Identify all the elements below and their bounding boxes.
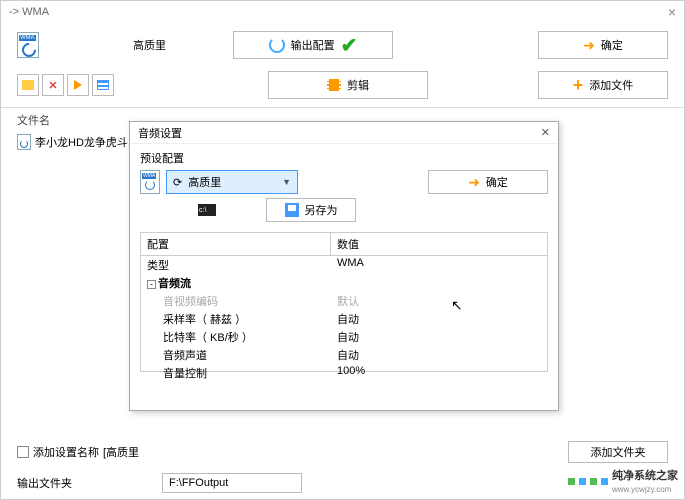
x-icon: ✕ — [48, 79, 57, 92]
add-file-label: 添加文件 — [589, 77, 633, 93]
dialog-confirm-button[interactable]: ➜ 确定 — [428, 170, 548, 194]
close-icon[interactable]: × — [668, 4, 676, 20]
col-config: 配置 — [141, 233, 331, 255]
output-config-label: 输出配置 — [291, 37, 335, 53]
config-table: 配置 数值 类型WMA-音频流音视频编码默认采样率（ 赫兹 ）自动比特率（ KB… — [140, 232, 548, 372]
dialog-title: 音频设置 — [138, 125, 182, 141]
edit-button[interactable]: 剪辑 — [268, 71, 428, 99]
confirm-label: 确定 — [601, 37, 623, 53]
spinner-icon — [269, 37, 285, 53]
console-icon[interactable]: c:\ — [198, 204, 216, 216]
add-setting-name-label: 添加设置名称 — [33, 444, 99, 460]
film-icon — [327, 79, 341, 91]
output-folder-label: 输出文件夹 — [17, 475, 72, 491]
table-row[interactable]: 音频声道自动 — [141, 346, 547, 364]
add-file-button[interactable]: + 添加文件 — [538, 71, 668, 99]
confirm-button[interactable]: ➜ 确定 — [538, 31, 668, 59]
add-folder-button[interactable]: 添加文件夹 — [568, 441, 668, 463]
edit-label: 剪辑 — [347, 77, 369, 93]
quality-label: 高质里 — [133, 37, 223, 53]
preset-select[interactable]: ⟳ 高质里 ▼ — [166, 170, 298, 194]
add-setting-name-checkbox[interactable] — [17, 446, 29, 458]
output-path-input[interactable]: F:\FFOutput — [162, 473, 302, 493]
preset-select-icon: ⟳ — [173, 176, 182, 189]
arrow-icon: ➜ — [583, 37, 595, 54]
table-row[interactable]: 比特率（ KB/秒 ）自动 — [141, 328, 547, 346]
tree-toggle-icon[interactable]: - — [147, 280, 156, 289]
format-icon: WMA — [140, 170, 160, 194]
save-as-button[interactable]: 另存为 — [266, 198, 356, 222]
list-icon — [97, 80, 109, 90]
col-value: 数值 — [331, 233, 547, 255]
folder-icon — [22, 80, 34, 90]
table-row[interactable]: 采样率（ 赫兹 ）自动 — [141, 310, 547, 328]
table-row[interactable]: 音视频编码默认 — [141, 292, 547, 310]
file-icon — [17, 134, 31, 150]
format-icon: WMA — [17, 32, 39, 58]
remove-button[interactable]: ✕ — [42, 74, 64, 96]
table-row[interactable]: -音频流 — [141, 274, 547, 292]
setting-name-bracket: [高质里 — [103, 444, 139, 460]
output-config-button[interactable]: 输出配置 ✔ — [233, 31, 393, 59]
preset-value: 高质里 — [188, 174, 221, 190]
preset-label: 预设配置 — [140, 150, 548, 166]
play-button[interactable] — [67, 74, 89, 96]
open-folder-button[interactable] — [17, 74, 39, 96]
dialog-confirm-label: 确定 — [486, 174, 508, 190]
plus-icon: + — [573, 75, 584, 96]
save-icon — [285, 203, 299, 217]
window-title: -> WMA — [9, 6, 49, 18]
chevron-down-icon: ▼ — [282, 177, 291, 187]
arrow-icon: ➜ — [468, 174, 480, 191]
watermark-url: www.ycwjzy.com — [612, 485, 671, 494]
dialog-close-icon[interactable]: ✕ — [541, 126, 550, 139]
table-row[interactable]: 类型WMA — [141, 256, 547, 274]
audio-settings-dialog: 音频设置 ✕ 预设配置 WMA ⟳ 高质里 ▼ ➜ 确定 c:\ 另存为 — [129, 121, 559, 411]
table-row[interactable]: 音量控制100% — [141, 364, 547, 382]
save-as-label: 另存为 — [305, 202, 338, 218]
watermark: 纯净系统之家 www.ycwjzy.com — [568, 467, 678, 495]
list-button[interactable] — [92, 74, 114, 96]
play-icon — [74, 80, 82, 90]
check-icon: ✔ — [341, 33, 358, 58]
watermark-text: 纯净系统之家 — [612, 470, 678, 482]
